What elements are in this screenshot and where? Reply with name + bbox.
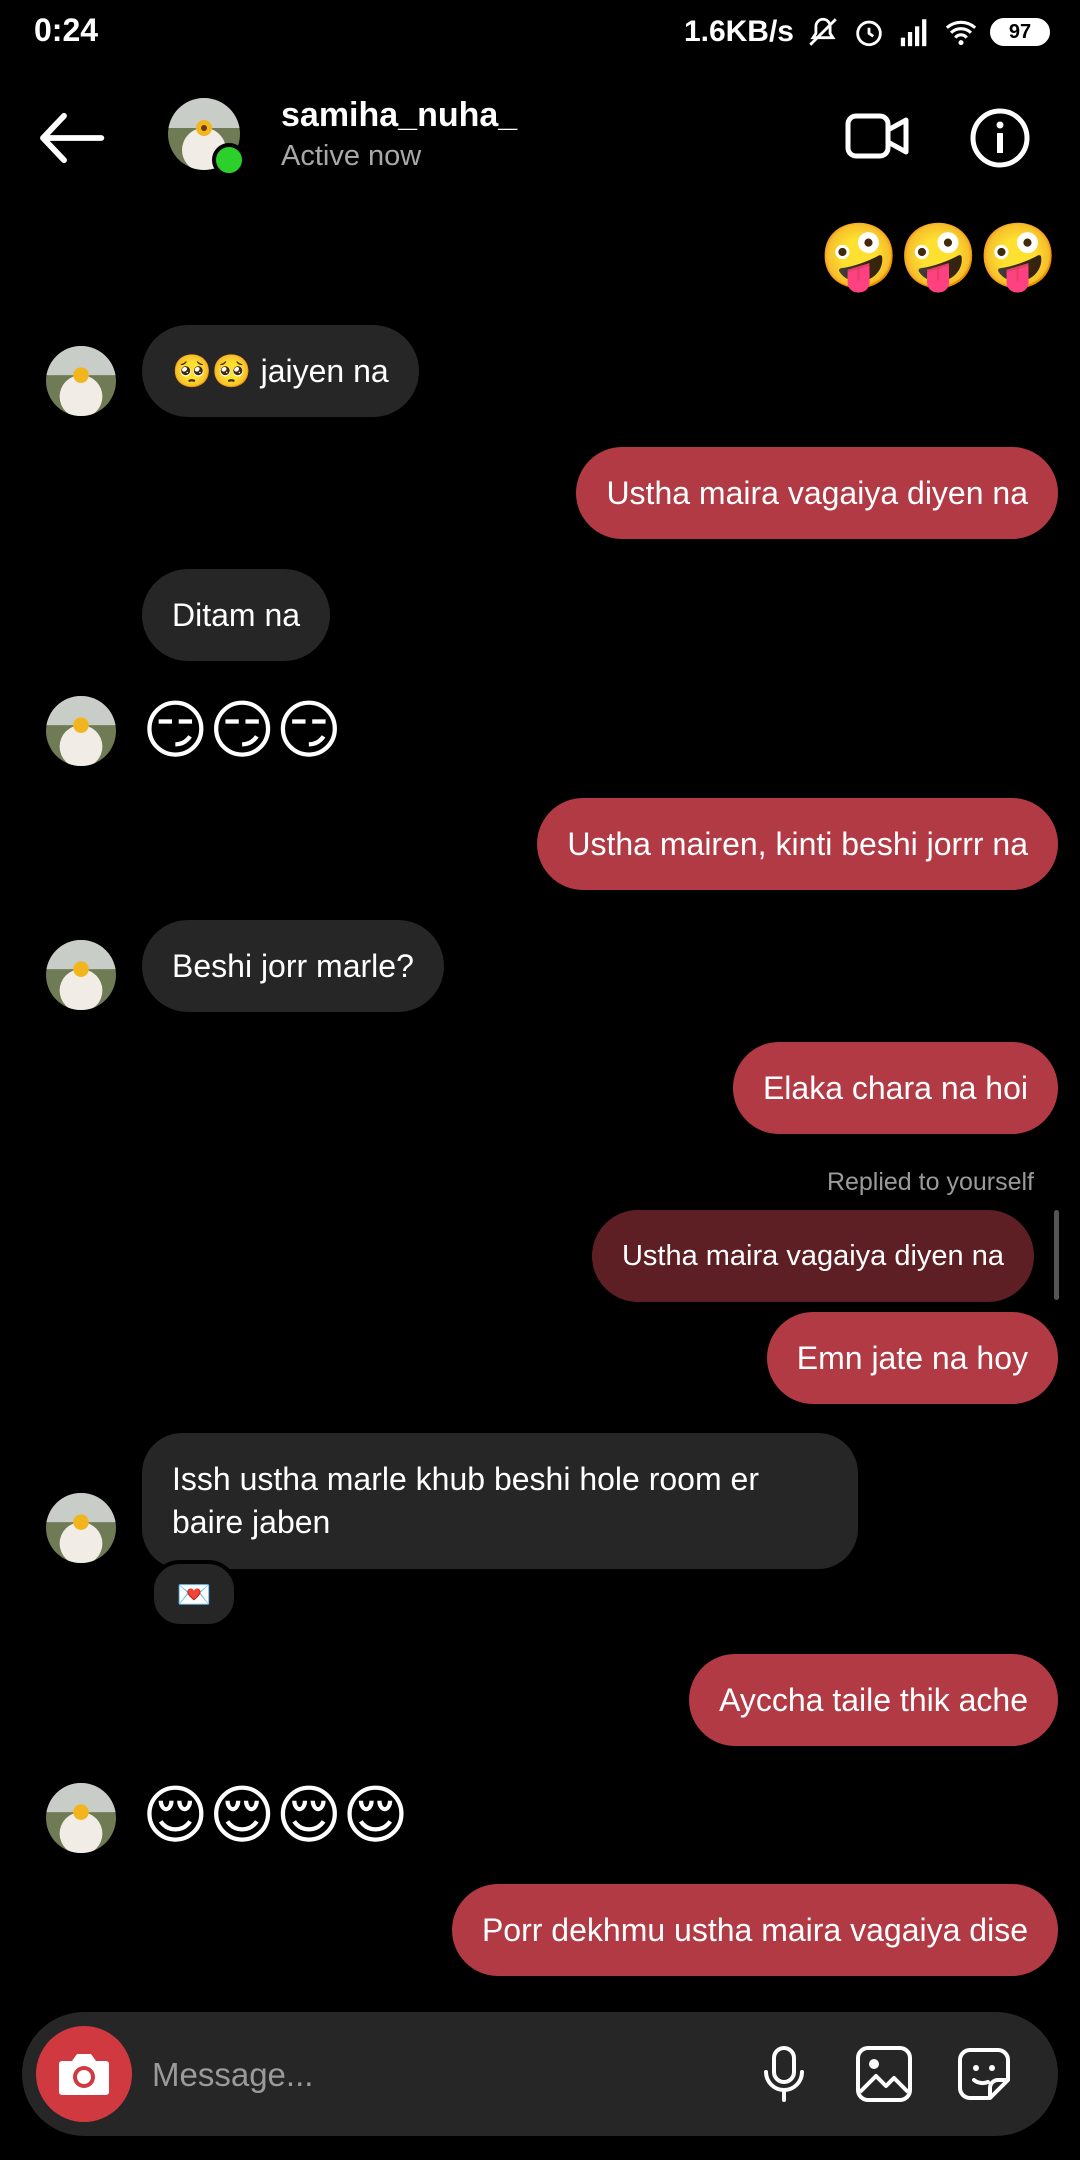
gallery-icon[interactable] — [852, 2042, 916, 2106]
back-arrow-icon[interactable] — [36, 108, 106, 168]
online-indicator — [212, 143, 246, 177]
received-emoji-message[interactable]: 😌😌😌😌 — [142, 1775, 409, 1855]
status-time: 0:24 — [34, 12, 99, 48]
info-icon[interactable] — [968, 106, 1032, 170]
sent-message[interactable]: Porr dekhmu ustha maira vagaiya dise — [451, 1884, 1058, 1976]
received-message[interactable]: Issh ustha marle khub beshi hole room er… — [142, 1433, 858, 1569]
camera-button[interactable] — [36, 2026, 132, 2122]
received-message[interactable]: Ditam na — [142, 569, 331, 661]
sent-message[interactable]: Ayccha taile thik ache — [689, 1654, 1058, 1746]
network-speed: 1.6KB/s — [683, 15, 794, 48]
avatar[interactable] — [46, 1493, 116, 1563]
chat-username[interactable]: samiha_nuha_ — [281, 96, 517, 135]
message-composer — [22, 2012, 1058, 2136]
chat-header: samiha_nuha_ Active now — [0, 78, 1080, 198]
sticker-icon[interactable] — [952, 2042, 1016, 2106]
avatar[interactable] — [46, 346, 116, 416]
signal-icon — [900, 19, 927, 47]
wifi-icon — [945, 20, 977, 46]
mute-icon — [809, 17, 837, 46]
camera-icon — [59, 2054, 109, 2095]
microphone-icon[interactable] — [752, 2042, 816, 2106]
received-emoji-message[interactable]: 😏😏😏 — [142, 690, 342, 770]
video-call-icon[interactable] — [844, 106, 910, 166]
quoted-reply[interactable]: Ustha maira vagaiya diyen na — [591, 1210, 1034, 1302]
message-reaction[interactable]: 💌 — [150, 1560, 238, 1628]
active-status: Active now — [281, 140, 422, 172]
message-input[interactable] — [150, 2044, 714, 2106]
replied-label: Replied to yourself — [826, 1168, 1034, 1196]
received-message[interactable]: 🥺🥺 jaiyen na — [142, 325, 419, 417]
avatar[interactable] — [46, 940, 116, 1010]
sent-message[interactable]: Ustha maira vagaiya diyen na — [576, 447, 1058, 539]
battery-icon: 97 — [990, 18, 1050, 46]
sent-emoji-message[interactable]: 🤪🤪🤪 — [819, 216, 1058, 296]
sent-message[interactable]: Emn jate na hoy — [766, 1312, 1058, 1404]
status-indicators: 1.6KB/s 97 — [684, 12, 1050, 52]
sent-message[interactable]: Ustha mairen, kinti beshi jorrr na — [537, 798, 1058, 890]
avatar[interactable] — [46, 696, 116, 766]
received-message[interactable]: Beshi jorr marle? — [142, 920, 444, 1012]
avatar[interactable] — [46, 1783, 116, 1853]
sent-message[interactable]: Elaka chara na hoi — [732, 1042, 1058, 1134]
alarm-icon — [856, 20, 882, 47]
scrollbar[interactable] — [1054, 1210, 1059, 1300]
status-bar: 0:24 1.6KB/s 97 — [0, 0, 1080, 62]
battery-level: 97 — [1008, 21, 1032, 43]
